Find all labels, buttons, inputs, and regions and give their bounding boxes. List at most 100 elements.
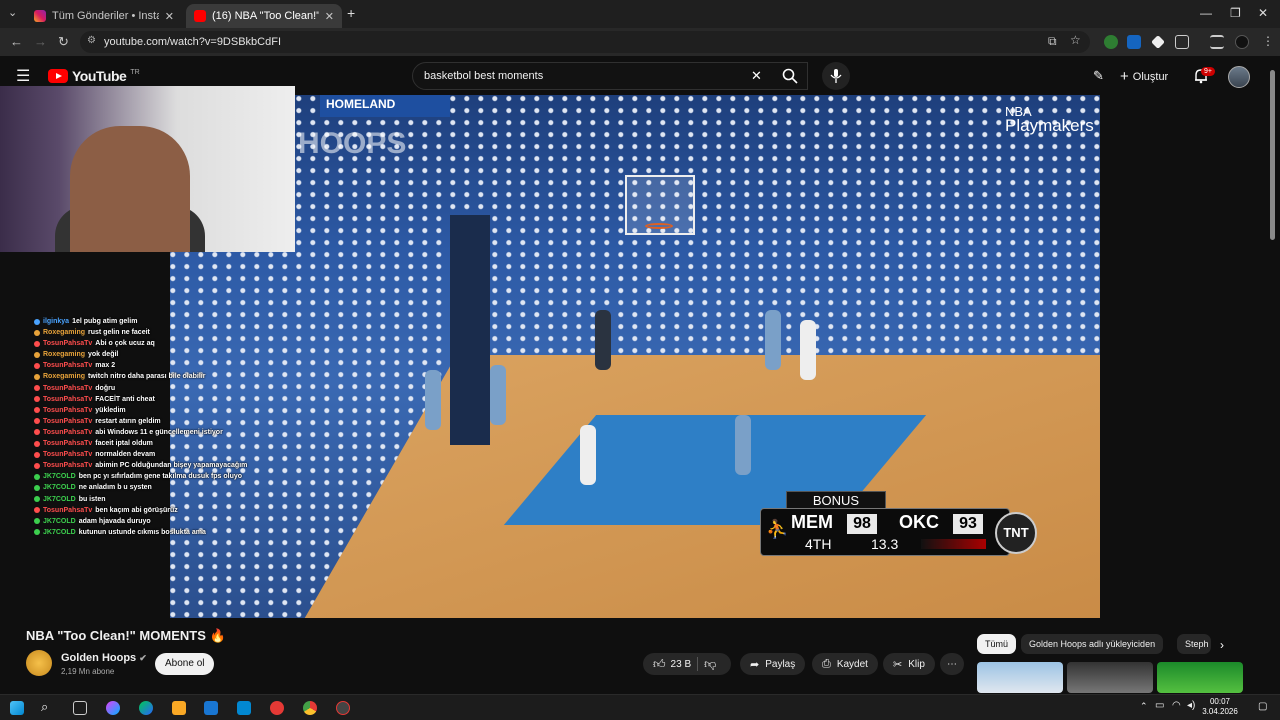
extension-shield-icon[interactable] [1104,35,1118,49]
microsoft-store-icon[interactable] [204,701,218,715]
related-video-thumbnail[interactable] [1067,662,1153,693]
search-input[interactable]: basketbol best moments ✕ [412,62,808,90]
restore-icon[interactable]: ❐ [1230,6,1241,20]
forward-icon[interactable]: → [34,34,47,49]
notification-center-icon[interactable]: ▢ [1258,701,1267,712]
clear-search-icon[interactable]: ✕ [751,68,762,84]
address-bar[interactable]: ⚙ youtube.com/watch?v=9DSBkbCdFI ⧉ ☆ [80,31,1090,53]
divider [697,657,699,671]
chat-text: twitch nitro daha parası bile olabilir [88,373,206,381]
chat-message: TosunPahsaTv normalden devam [34,449,304,460]
player [490,365,506,425]
channel-name-text: Golden Hoops [61,652,137,664]
chat-username: TosunPahsaTv [43,340,93,348]
chat-text: doğru [95,384,116,392]
share-button[interactable]: ➦ Paylaş [740,653,806,675]
close-tab-icon[interactable]: ✕ [165,10,174,23]
tab-youtube[interactable]: (16) NBA "Too Clean!" MOMENTS ✕ [186,4,342,28]
copilot-icon[interactable] [106,701,120,715]
mail-icon[interactable] [237,701,251,715]
windows-start-icon[interactable] [10,701,24,715]
extensions-puzzle-icon[interactable] [1175,35,1189,49]
chip-all[interactable]: Tümü [977,634,1017,654]
chevron-right-icon[interactable]: › [1220,638,1224,652]
chip-steph[interactable]: Steph [1177,634,1211,654]
tray-overflow-icon[interactable]: ⌃ [1140,701,1148,712]
site-info-icon[interactable]: ⚙ [87,35,96,46]
taskbar-clock[interactable]: 00:07 3.04.2026 [1200,697,1240,717]
volume-icon[interactable]: ◂) [1187,700,1195,711]
bookmark-star-icon[interactable]: ☆ [1070,33,1081,47]
youtube-logo[interactable]: YouTube TR [48,68,140,84]
chat-text: abimin PC olduğundan bişey yapamayacağım [95,462,248,470]
game-clock: 13.3 [871,536,899,552]
install-icon[interactable]: ⧉ [1048,34,1057,49]
extension-diamond-icon[interactable] [1151,35,1165,49]
more-actions-button[interactable]: ⋯ [940,653,964,675]
dislike-button[interactable]: 👎︎ [704,657,716,672]
wifi-icon[interactable]: ◠ [1172,700,1181,711]
search-button[interactable] [772,62,808,90]
reading-list-icon[interactable] [1210,35,1224,49]
chat-username: TosunPahsaTv [43,428,93,436]
logo-text: YouTube [72,68,127,84]
like-button[interactable]: 👍︎ 23 B [653,657,691,672]
chat-message: TosunPahsaTv abimin PC olduğundan bişey y… [34,460,304,471]
player [800,320,816,380]
account-avatar[interactable] [1228,66,1250,88]
chat-message: Roxegaming yok değil [34,349,304,360]
edge-browser-icon[interactable] [139,701,153,715]
chat-username: TosunPahsaTv [43,440,93,448]
chat-username: Roxegaming [43,373,86,381]
back-icon[interactable]: ← [10,34,23,49]
chrome-browser-icon[interactable] [303,701,317,715]
related-video-thumbnail[interactable] [1157,662,1243,693]
file-explorer-icon[interactable] [172,701,186,715]
chip-from-uploader[interactable]: Golden Hoops adlı yükleyiciden [1021,634,1164,654]
taskbar-search-icon[interactable]: ⌕ [41,699,48,715]
video-player[interactable]: HOMELAND HOOPS NBA Playmakers BONUS ⛹ ME… [170,95,1100,618]
tab-search-icon[interactable]: ⌄ [8,6,17,19]
nba-brand-bottom: Playmakers [1005,116,1094,135]
voice-search-button[interactable] [822,62,850,90]
search-icon [782,68,798,84]
chat-badge-icon [34,418,40,425]
save-button[interactable]: ⎙ Kaydet [812,653,878,675]
profile-icon[interactable] [1235,35,1249,49]
related-video-thumbnail[interactable] [977,662,1063,693]
page-scrollbar[interactable] [1270,70,1275,240]
new-tab-button[interactable]: + [347,5,355,21]
app-icon[interactable] [336,701,350,715]
player [595,310,611,370]
chat-text: rust gelin ne faceit [88,329,150,337]
chat-message: TosunPahsaTv restart atırın geldim [34,416,304,427]
opera-browser-icon[interactable] [270,701,284,715]
chat-text: ben kaçım abi görüşürüz [95,506,178,514]
network-icon[interactable]: ▭ [1155,700,1164,711]
reload-icon[interactable]: ↻ [58,34,69,50]
country-code: TR [130,68,140,76]
cast-icon[interactable]: ✎ [1093,68,1104,84]
hamburger-menu-icon[interactable]: ☰ [16,66,30,86]
away-team: OKC [899,512,939,532]
chat-message: TosunPahsaTv faceit iptal oldum [34,438,304,449]
chat-username: JK7COLD [43,528,76,536]
chat-badge-icon [34,529,40,536]
clip-button[interactable]: ✂ Klip [883,653,935,675]
create-button[interactable]: + Oluştur [1120,68,1168,85]
tnt-network-logo: TNT [995,512,1037,554]
tab-instagram[interactable]: Tüm Gönderiler • Instagram ✕ [26,4,182,28]
close-window-icon[interactable]: ✕ [1258,6,1268,20]
game-quarter: 4TH [805,536,832,552]
chat-badge-icon [34,340,40,347]
close-tab-icon[interactable]: ✕ [325,10,334,23]
subscriber-count: 2,19 Mn abone [61,667,115,676]
channel-avatar[interactable] [26,650,52,676]
minimize-icon[interactable]: — [1200,6,1212,20]
extension-translate-icon[interactable] [1127,35,1141,49]
channel-name[interactable]: Golden Hoops ✔ [61,652,147,664]
browser-menu-icon[interactable]: ⋮ [1262,34,1274,48]
subscribe-button[interactable]: Abone ol [155,653,215,675]
chat-badge-icon [34,351,40,358]
task-view-icon[interactable] [73,701,87,715]
